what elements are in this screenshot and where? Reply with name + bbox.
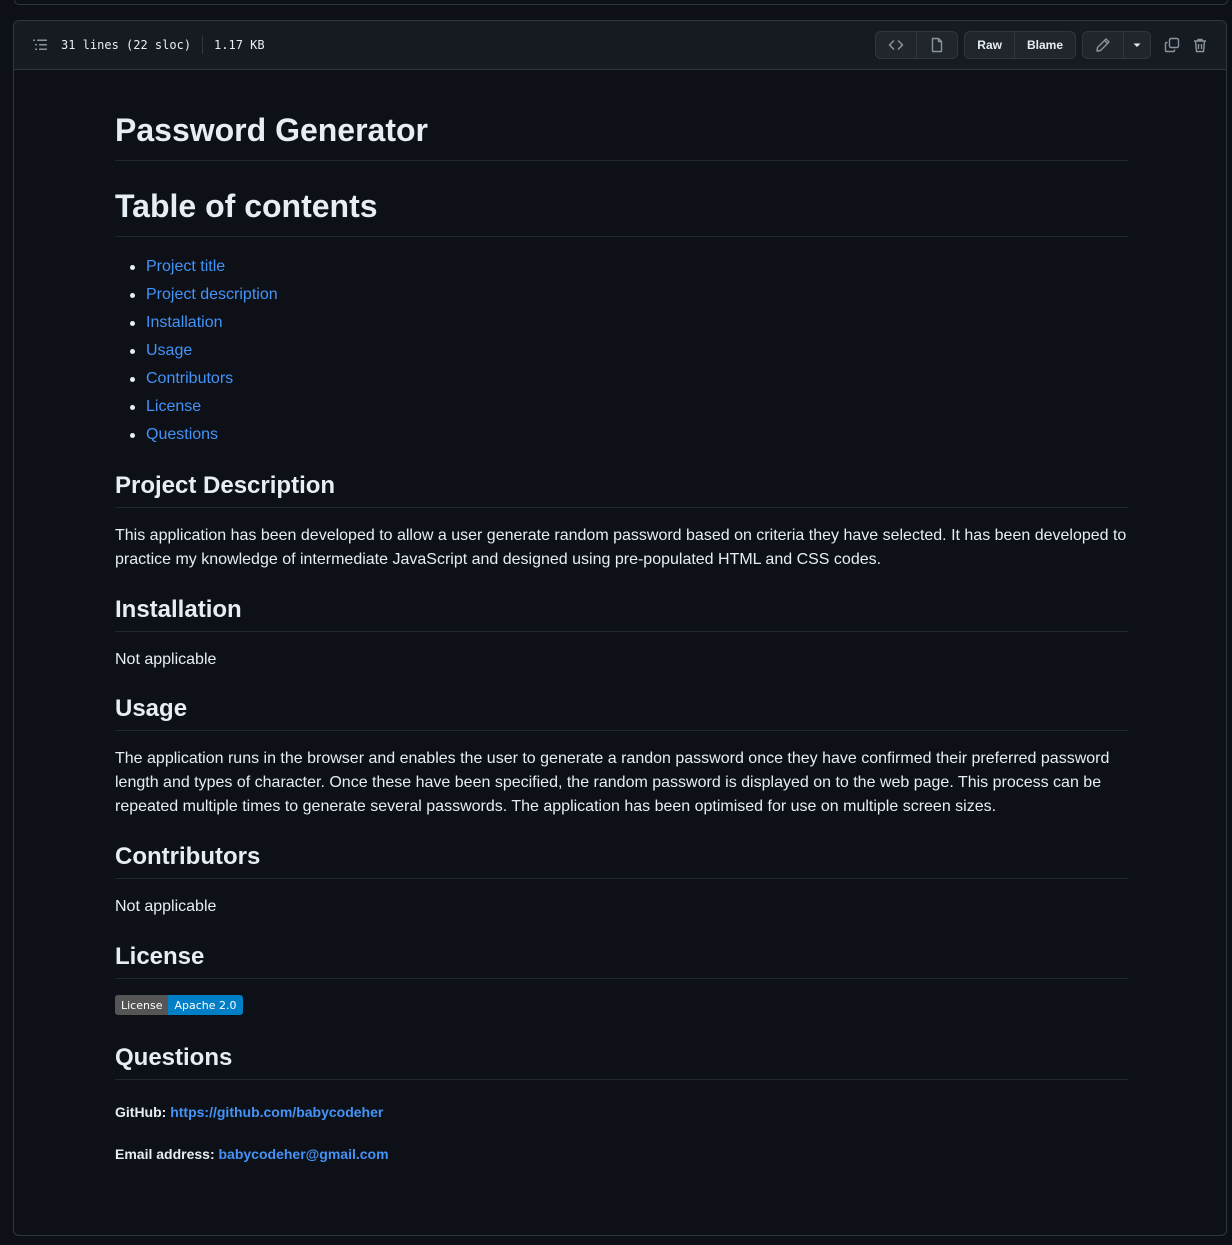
table-of-contents: Project title Project description Instal… <box>115 253 1128 449</box>
toc-link-project-description[interactable]: Project description <box>146 286 278 303</box>
section-heading-description: Project Description <box>115 471 1128 508</box>
divider <box>202 36 204 54</box>
readme-content: Password Generator Table of contents Pro… <box>115 70 1128 1166</box>
toc-link-project-title[interactable]: Project title <box>146 258 225 275</box>
line-count: 31 lines (22 sloc) <box>61 38 192 52</box>
previous-panel-edge <box>14 0 1228 5</box>
description-text: This application has been developed to a… <box>115 527 1127 568</box>
preview-button[interactable] <box>916 32 957 58</box>
badge-label: License <box>115 995 169 1015</box>
raw-button[interactable]: Raw <box>965 32 1014 58</box>
toc-item: Installation <box>130 309 1128 337</box>
email-line: Email address: babycodeher@gmail.com <box>115 1142 1128 1166</box>
blame-button[interactable]: Blame <box>1013 32 1075 58</box>
raw-blame-group: Raw Blame <box>964 31 1076 59</box>
outline-icon[interactable] <box>31 36 49 54</box>
edit-group <box>1082 31 1151 59</box>
toc-heading: Table of contents <box>115 186 1128 237</box>
triangle-down-icon <box>1133 43 1141 47</box>
usage-text: The application runs in the browser and … <box>115 750 1110 815</box>
license-badge[interactable]: License Apache 2.0 <box>115 995 243 1015</box>
toc-item: Project title <box>130 253 1128 281</box>
toc-item: Questions <box>130 421 1128 449</box>
pencil-icon <box>1096 38 1110 52</box>
contributors-text: Not applicable <box>115 898 217 915</box>
section-heading-license: License <box>115 942 1128 979</box>
toc-item: Contributors <box>130 365 1128 393</box>
toc-item: License <box>130 393 1128 421</box>
file-viewer: 31 lines (22 sloc) 1.17 KB Raw Blame Pas… <box>13 20 1227 1236</box>
edit-dropdown-button[interactable] <box>1123 32 1150 58</box>
toc-item: Usage <box>130 337 1128 365</box>
toc-item: Project description <box>130 281 1128 309</box>
badge-value: Apache 2.0 <box>168 995 243 1015</box>
trash-icon <box>1194 38 1206 53</box>
file-header: 31 lines (22 sloc) 1.17 KB Raw Blame <box>14 21 1226 70</box>
file-info: 31 lines (22 sloc) 1.17 KB <box>61 36 265 54</box>
section-heading-contributors: Contributors <box>115 842 1128 879</box>
copy-icon <box>1164 37 1180 53</box>
page-title: Password Generator <box>115 110 1128 161</box>
section-heading-questions: Questions <box>115 1043 1128 1080</box>
toc-link-usage[interactable]: Usage <box>146 342 192 359</box>
toc-link-contributors[interactable]: Contributors <box>146 370 233 387</box>
github-line: GitHub: https://github.com/babycodeher <box>115 1100 1128 1124</box>
code-icon <box>889 40 904 50</box>
github-link[interactable]: https://github.com/babycodeher <box>170 1104 383 1120</box>
section-heading-installation: Installation <box>115 595 1128 632</box>
view-toggle <box>875 31 959 59</box>
code-view-button[interactable] <box>876 32 916 58</box>
toc-link-license[interactable]: License <box>146 398 201 415</box>
delete-button[interactable] <box>1186 31 1214 59</box>
email-link[interactable]: babycodeher@gmail.com <box>219 1146 389 1162</box>
installation-text: Not applicable <box>115 651 217 668</box>
section-heading-usage: Usage <box>115 694 1128 731</box>
github-label: GitHub: <box>115 1104 167 1120</box>
edit-button[interactable] <box>1083 32 1123 58</box>
file-actions: Raw Blame <box>875 31 1214 59</box>
email-label: Email address: <box>115 1146 215 1162</box>
toc-link-questions[interactable]: Questions <box>146 426 218 443</box>
file-icon <box>932 37 943 53</box>
toc-link-installation[interactable]: Installation <box>146 314 223 331</box>
copy-button[interactable] <box>1158 31 1186 59</box>
license-badge-wrap: License Apache 2.0 <box>115 995 1128 1015</box>
file-size: 1.17 KB <box>214 38 265 52</box>
